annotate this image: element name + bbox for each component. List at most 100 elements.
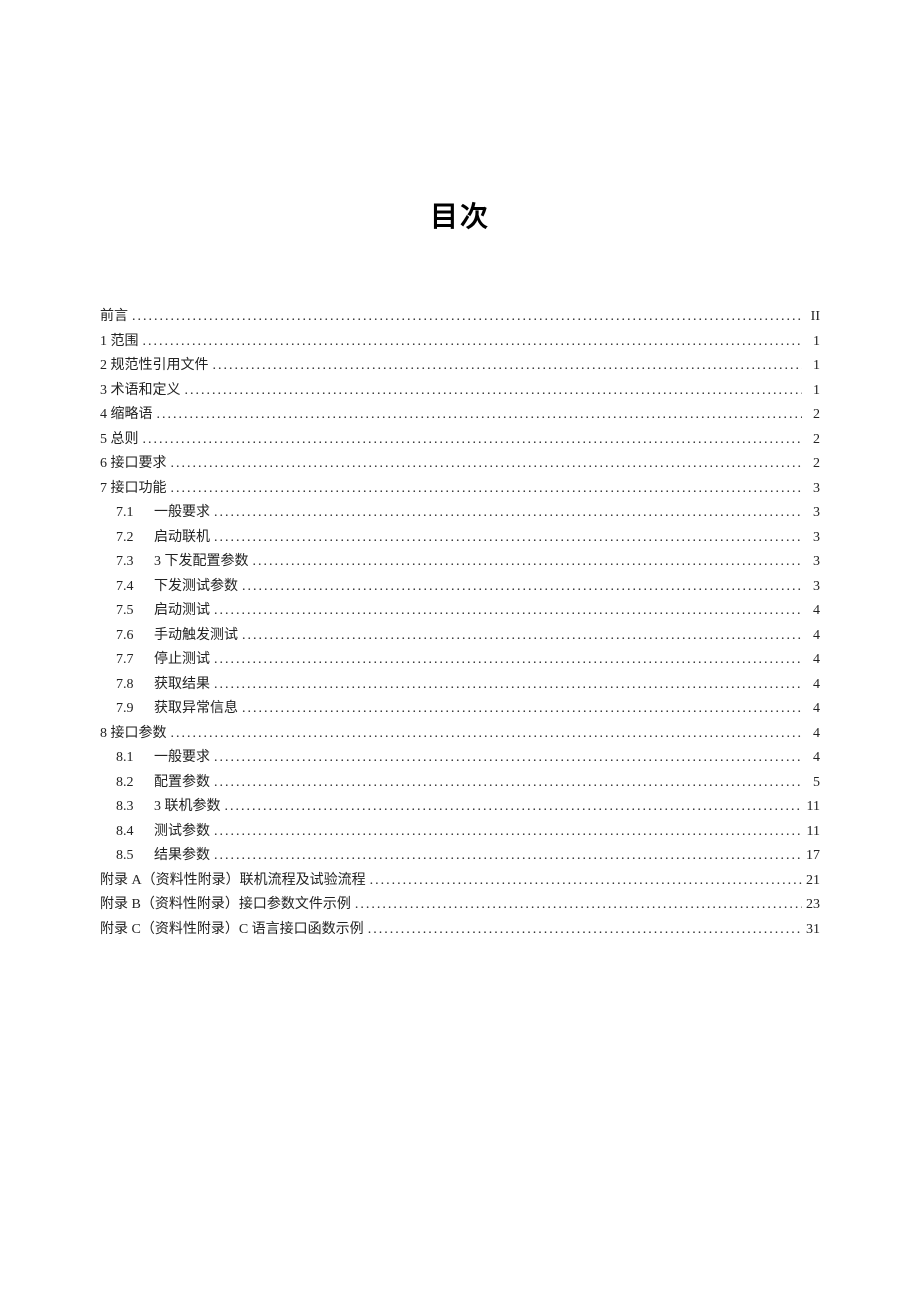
toc-entry: 附录 C（资料性附录）C 语言接口函数示例31 — [100, 918, 820, 943]
toc-entry-label: 一般要求 — [154, 746, 210, 771]
toc-entry-page: 3 — [802, 575, 820, 600]
toc-entry: 7.9获取异常信息4 — [100, 697, 820, 722]
toc-entry: 5 总则 2 — [100, 428, 820, 453]
toc-entry-page: 31 — [802, 918, 820, 943]
toc-leader-dots — [238, 575, 802, 600]
toc-entry-label: 附录 A（资料性附录）联机流程及试验流程 — [100, 869, 366, 894]
toc-leader-dots — [167, 722, 803, 747]
toc-leader-dots — [210, 746, 802, 771]
toc-leader-dots — [366, 869, 802, 894]
toc-entry-label: 配置参数 — [154, 771, 210, 796]
toc-entry-label: 手动触发测试 — [154, 624, 238, 649]
toc-entry-label: 获取结果 — [154, 673, 210, 698]
toc-entry-number: 7.7 — [116, 648, 154, 673]
toc-entry-page: 23 — [802, 893, 820, 918]
toc-leader-dots — [167, 452, 803, 477]
toc-entry-number: 8.1 — [116, 746, 154, 771]
toc-entry: 7.33 下发配置参数3 — [100, 550, 820, 575]
toc-entry: 7.7停止测试4 — [100, 648, 820, 673]
toc-entry-label: 启动联机 — [154, 526, 210, 551]
toc-entry-label: 启动测试 — [154, 599, 210, 624]
toc-entry: 前言 II — [100, 305, 820, 330]
toc-entry-page: 2 — [802, 403, 820, 428]
toc-leader-dots — [209, 354, 803, 379]
toc-entry: 8.1一般要求 4 — [100, 746, 820, 771]
toc-entry-page: 11 — [802, 820, 820, 845]
toc-title: 目次 — [100, 195, 820, 235]
toc-entry-page: 4 — [802, 746, 820, 771]
toc-entry-label: 3 术语和定义 — [100, 379, 181, 404]
toc-entry-page: 3 — [802, 501, 820, 526]
toc-leader-dots — [249, 550, 803, 575]
toc-entry-label: 8 接口参数 — [100, 722, 167, 747]
toc-entry: 7 接口功能3 — [100, 477, 820, 502]
toc-entry: 7.4下发测试参数3 — [100, 575, 820, 600]
toc-entry-label: 1 范围 — [100, 330, 139, 355]
toc-entry-page: 21 — [802, 869, 820, 894]
toc-entry-label: 附录 B（资料性附录）接口参数文件示例 — [100, 893, 351, 918]
toc-entry-page: 5 — [802, 771, 820, 796]
toc-entry-label: 2 规范性引用文件 — [100, 354, 209, 379]
toc-entry: 附录 B（资料性附录）接口参数文件示例 23 — [100, 893, 820, 918]
toc-entry: 1 范围 1 — [100, 330, 820, 355]
toc-leader-dots — [364, 918, 802, 943]
toc-entry-label: 测试参数 — [154, 820, 210, 845]
toc-entry-number: 8.4 — [116, 820, 154, 845]
toc-entry-page: 1 — [802, 330, 820, 355]
toc-leader-dots — [167, 477, 803, 502]
page-container: 目次 前言II1 范围12 规范性引用文件13 术语和定义14 缩略语25 总则… — [0, 0, 920, 1002]
toc-leader-dots — [210, 844, 802, 869]
toc-entry-page: 4 — [802, 697, 820, 722]
toc-leader-dots — [238, 624, 802, 649]
toc-entry: 7.5启动测试4 — [100, 599, 820, 624]
toc-entry: 2 规范性引用文件 1 — [100, 354, 820, 379]
toc-entry: 8.4测试参数 11 — [100, 820, 820, 845]
toc-entry-number: 8.2 — [116, 771, 154, 796]
toc-entry-number: 7.6 — [116, 624, 154, 649]
toc-entry: 7.2启动联机 3 — [100, 526, 820, 551]
toc-entry-page: II — [802, 305, 820, 330]
toc-entry-page: 11 — [802, 795, 820, 820]
toc-entry-page: 4 — [802, 722, 820, 747]
toc-entry-page: 1 — [802, 354, 820, 379]
toc-leader-dots — [139, 428, 803, 453]
toc-leader-dots — [210, 771, 802, 796]
toc-entry: 8.2配置参数 5 — [100, 771, 820, 796]
toc-entry-page: 2 — [802, 452, 820, 477]
toc-entry-label: 下发测试参数 — [154, 575, 238, 600]
toc-entry: 8.33 联机参数 11 — [100, 795, 820, 820]
toc-entry-label: 7 接口功能 — [100, 477, 167, 502]
toc-entry-page: 17 — [802, 844, 820, 869]
toc-entry-number: 7.2 — [116, 526, 154, 551]
toc-leader-dots — [238, 697, 802, 722]
toc-entry-label: 前言 — [100, 305, 128, 330]
toc-entry-label: 6 接口要求 — [100, 452, 167, 477]
toc-entry: 4 缩略语 2 — [100, 403, 820, 428]
toc-entry-page: 3 — [802, 526, 820, 551]
toc-entry: 7.6手动触发测试4 — [100, 624, 820, 649]
toc-leader-dots — [210, 526, 802, 551]
toc-entry-label: 5 总则 — [100, 428, 139, 453]
toc-entry-number: 8.5 — [116, 844, 154, 869]
toc-entry: 8.5结果参数 17 — [100, 844, 820, 869]
toc-entry-page: 3 — [802, 550, 820, 575]
toc-leader-dots — [139, 330, 803, 355]
toc-entry-label: 停止测试 — [154, 648, 210, 673]
toc-entry-number: 8.3 — [116, 795, 154, 820]
toc-entry-label: 4 缩略语 — [100, 403, 153, 428]
toc-entry-label: 3 联机参数 — [154, 795, 221, 820]
toc-entry-page: 2 — [802, 428, 820, 453]
toc-leader-dots — [210, 820, 802, 845]
toc-list: 前言II1 范围12 规范性引用文件13 术语和定义14 缩略语25 总则26 … — [100, 305, 820, 942]
toc-entry: 3 术语和定义1 — [100, 379, 820, 404]
toc-entry-number: 7.8 — [116, 673, 154, 698]
toc-leader-dots — [210, 648, 802, 673]
toc-entry: 附录 A（资料性附录）联机流程及试验流程 21 — [100, 869, 820, 894]
toc-leader-dots — [210, 501, 802, 526]
toc-entry-label: 一般要求 — [154, 501, 210, 526]
toc-entry-label: 结果参数 — [154, 844, 210, 869]
toc-entry-number: 7.3 — [116, 550, 154, 575]
toc-leader-dots — [210, 599, 802, 624]
toc-leader-dots — [128, 305, 802, 330]
toc-entry-page: 4 — [802, 599, 820, 624]
